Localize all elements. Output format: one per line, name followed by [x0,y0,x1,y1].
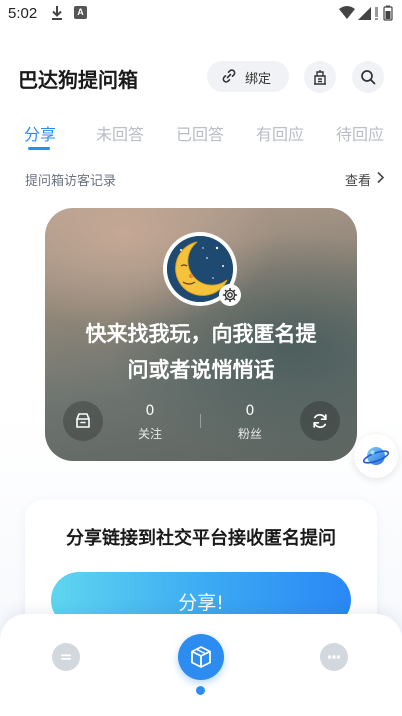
tab-pending[interactable]: 待回应 [336,121,384,145]
bind-label: 绑定 [245,72,272,87]
profile-card: 快来找我玩，向我匿名提 问或者说悄悄话 0 关注 0 粉丝 [45,208,357,461]
tab-share[interactable]: 分享 [24,121,56,145]
search-icon [361,70,376,85]
link-icon [222,69,236,83]
nav-more[interactable] [320,643,348,671]
notification-a-icon: A [74,6,87,19]
motto-line-2: 问或者说悄悄话 [127,358,275,382]
refresh-button[interactable] [300,401,340,441]
download-icon [52,6,62,20]
following-count[interactable]: 0 [120,403,180,419]
nav-messages[interactable] [52,643,80,671]
profile-motto: 快来找我玩，向我匿名提 问或者说悄悄话 [65,316,337,388]
building-icon [314,70,326,85]
refresh-icon [313,413,327,429]
chevron-right-icon[interactable] [376,171,385,184]
home-button[interactable] [304,61,336,93]
tab-unanswered[interactable]: 未回答 [96,121,144,145]
followers-count[interactable]: 0 [220,403,280,419]
bind-button[interactable]: 绑定 [207,61,289,92]
inbox-icon [76,413,90,428]
nav-box[interactable] [178,634,224,680]
active-tab-indicator [28,147,50,150]
tab-responded[interactable]: 有回应 [256,121,304,145]
avatar-settings-button[interactable] [219,284,241,306]
stats-divider [200,414,201,428]
share-heading: 分享链接到社交平台接收匿名提问 [66,528,336,549]
search-button[interactable] [352,61,384,93]
bottom-nav [0,614,402,716]
planet-icon [362,447,390,465]
chat-icon [61,654,71,660]
motto-line-1: 快来找我玩，向我匿名提 [85,322,317,346]
followers-label[interactable]: 粉丝 [220,425,280,442]
gear-icon [222,287,238,303]
box-icon [191,646,211,668]
active-nav-indicator [196,686,205,695]
visitors-label: 提问箱访客记录 [25,174,117,189]
inbox-button[interactable] [63,401,103,441]
page-title: 巴达狗提问箱 [18,68,138,92]
tab-answered[interactable]: 已回答 [176,121,224,145]
view-visitors-link[interactable]: 查看 [345,170,371,189]
status-time: 5:02 [8,5,38,22]
more-icon [327,655,341,659]
planet-floating-button[interactable] [354,434,398,478]
signal-battery-icon [339,5,393,21]
following-label[interactable]: 关注 [120,425,180,442]
status-bar: 5:02 A [0,0,402,28]
share-button-label: 分享! [178,592,224,614]
